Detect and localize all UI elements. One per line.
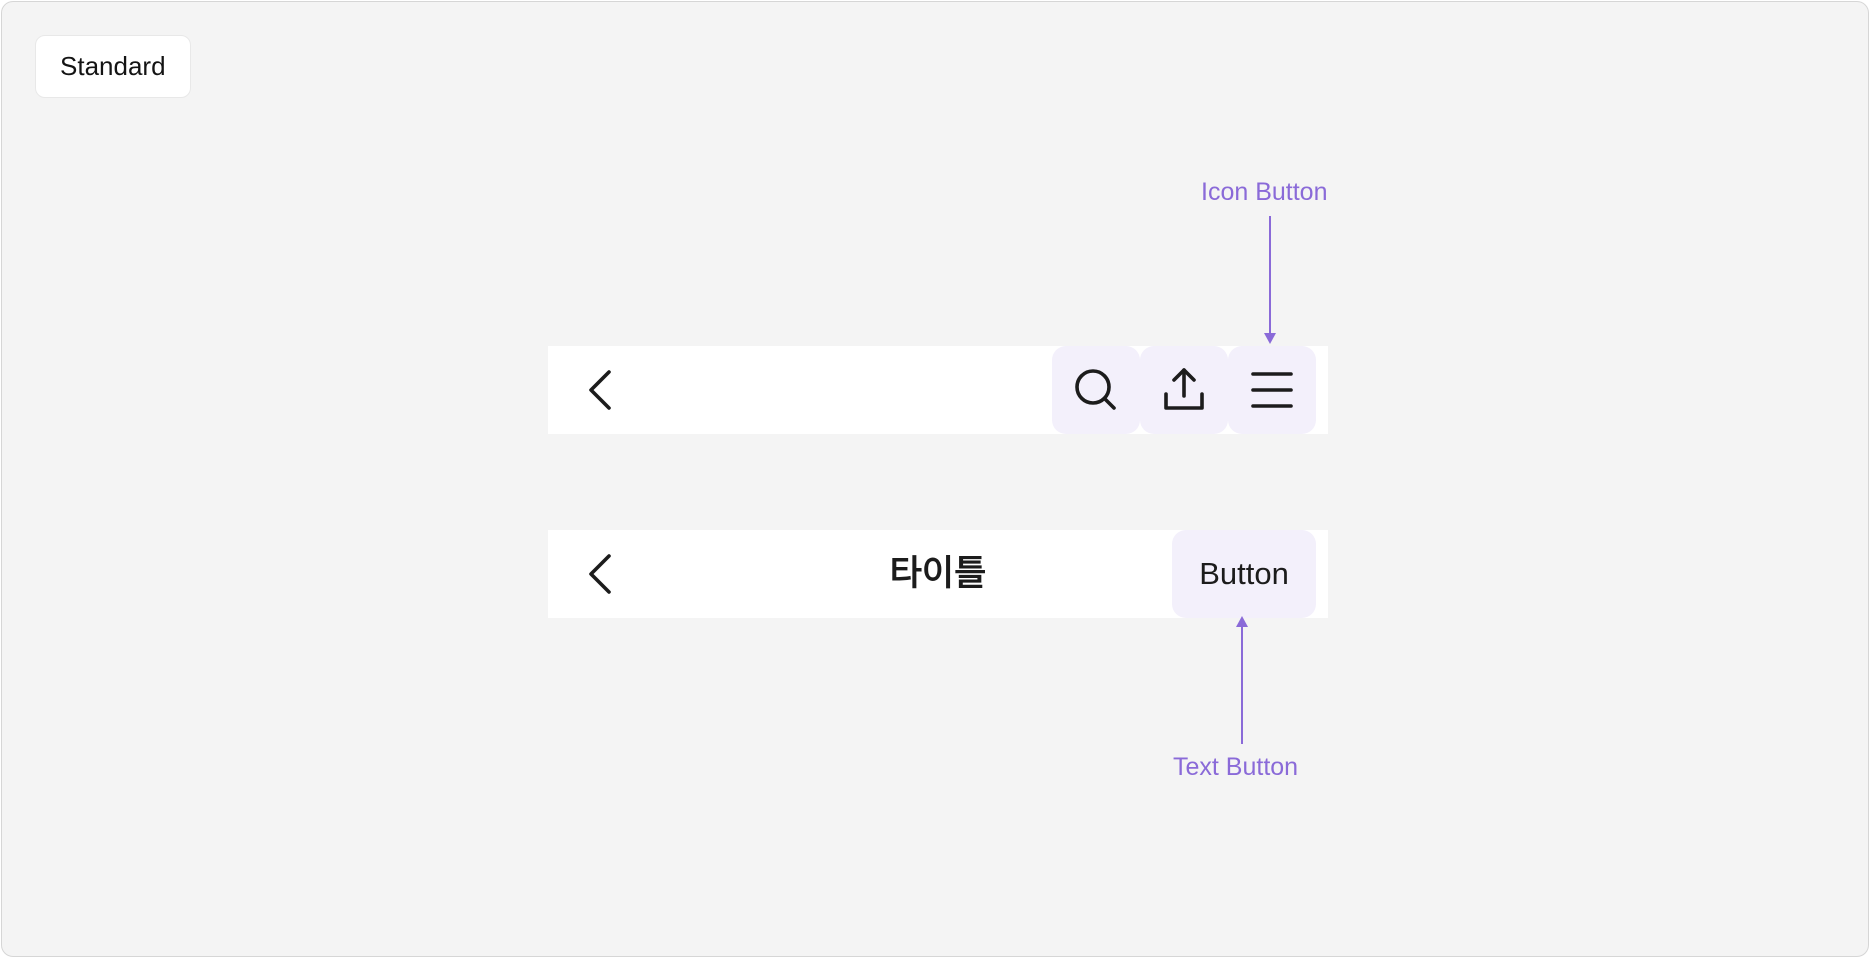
- share-button[interactable]: [1140, 346, 1228, 434]
- chevron-left-icon: [589, 554, 611, 594]
- menu-button[interactable]: [1228, 346, 1316, 434]
- canvas-frame: Standard 타이틀 Button Icon Button Text But…: [1, 1, 1869, 957]
- search-button[interactable]: [1052, 346, 1140, 434]
- text-button-label: Button: [1199, 556, 1289, 591]
- nav-bar-title-variant: 타이틀 Button: [548, 530, 1328, 618]
- variant-tag-label: Standard: [60, 51, 166, 81]
- icon-button-annotation: Icon Button: [1201, 178, 1328, 206]
- menu-icon: [1251, 372, 1293, 408]
- back-button[interactable]: [572, 544, 632, 604]
- search-icon: [1075, 369, 1116, 410]
- text-button-annotation: Text Button: [1173, 753, 1299, 781]
- nav-bar-icon-variant: [548, 346, 1328, 434]
- upload-icon: [1164, 368, 1204, 410]
- chevron-left-icon: [589, 370, 611, 410]
- back-button[interactable]: [572, 360, 632, 420]
- variant-tag: Standard: [35, 35, 191, 98]
- text-button[interactable]: Button: [1172, 530, 1316, 618]
